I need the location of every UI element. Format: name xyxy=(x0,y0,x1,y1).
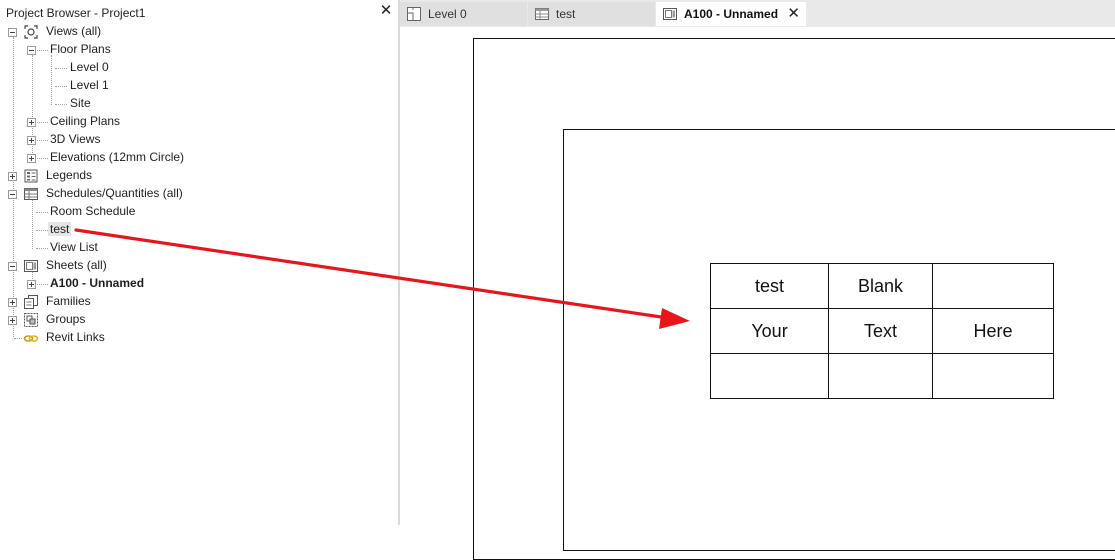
table-cell xyxy=(710,353,829,399)
tree-item-view-list[interactable]: View List xyxy=(50,239,98,256)
tree-guide-line xyxy=(37,284,48,285)
table-cell: test xyxy=(710,263,829,309)
table-row: Your Text Here xyxy=(710,308,1054,354)
sheets-icon xyxy=(24,260,38,272)
tree-item-sheets[interactable]: Sheets (all) xyxy=(46,257,107,274)
tree-item-level-0[interactable]: Level 0 xyxy=(70,59,109,76)
tree-item-families[interactable]: Families xyxy=(46,293,91,310)
schedule-table[interactable]: test Blank Your Text Here xyxy=(710,263,1054,399)
tree-guide-line xyxy=(37,122,48,123)
tree-item-floor-plans[interactable]: Floor Plans xyxy=(50,41,111,58)
tree-guide-line xyxy=(55,68,67,69)
tree-guide-line xyxy=(51,55,52,105)
table-cell: Your xyxy=(710,308,829,354)
tree-item-label: Room Schedule xyxy=(50,204,136,218)
tab-a100-unnamed[interactable]: A100 - Unnamed ✕ xyxy=(656,2,806,26)
collapse-toggle[interactable] xyxy=(27,46,36,55)
tree-item-label: Level 0 xyxy=(70,60,109,74)
tree-guide-line xyxy=(36,212,48,213)
tab-level-0[interactable]: Level 0 xyxy=(400,2,527,26)
tree-item-label: Elevations (12mm Circle) xyxy=(50,150,185,164)
project-browser: Project Browser - Project1 ✕ Views (all)… xyxy=(0,0,398,525)
tree-item-revit-links[interactable]: Revit Links xyxy=(46,329,105,346)
table-cell xyxy=(932,263,1054,309)
tree-item-label: Floor Plans xyxy=(50,42,111,56)
tree-guide-line xyxy=(55,86,67,87)
tree-item-test[interactable]: test xyxy=(48,221,72,238)
table-cell: Blank xyxy=(828,263,933,309)
tree-guide-line xyxy=(14,338,22,339)
tab-label: Level 0 xyxy=(428,7,467,21)
tree-item-label: Schedules/Quantities (all) xyxy=(46,186,183,200)
tree-item-ceiling-plans[interactable]: Ceiling Plans xyxy=(50,113,120,130)
tree-item-legends[interactable]: Legends xyxy=(46,167,92,184)
tree-guide-line xyxy=(32,199,33,249)
tree-guide-line xyxy=(55,104,67,105)
tree-guide-line xyxy=(37,140,48,141)
tree-item-label: 3D Views xyxy=(50,132,101,146)
tree-guide-line xyxy=(36,248,48,249)
collapse-toggle[interactable] xyxy=(8,190,17,199)
tree-item-room-schedule[interactable]: Room Schedule xyxy=(50,203,135,220)
expand-toggle[interactable] xyxy=(27,154,36,163)
browser-tree: Views (all) Floor Plans Level 0 Level 1 … xyxy=(0,0,398,525)
tree-guide-line xyxy=(37,50,48,51)
schedule-icon xyxy=(535,8,549,20)
groups-icon xyxy=(24,313,38,327)
floor-plan-icon xyxy=(407,7,421,21)
tree-item-label: Ceiling Plans xyxy=(50,114,121,128)
expand-toggle[interactable] xyxy=(8,298,17,307)
sheet-view-canvas[interactable]: test Blank Your Text Here xyxy=(400,27,1115,560)
tree-item-elevations[interactable]: Elevations (12mm Circle) xyxy=(50,149,184,166)
close-tab-icon[interactable]: ✕ xyxy=(787,2,800,26)
tab-test[interactable]: test xyxy=(528,2,655,26)
table-row xyxy=(710,353,1054,399)
view-tab-bar: Level 0 test A100 - Unnamed ✕ xyxy=(400,0,1115,27)
collapse-toggle[interactable] xyxy=(8,262,17,271)
tree-item-label: View List xyxy=(50,240,98,254)
table-cell: Text xyxy=(828,308,933,354)
table-cell xyxy=(932,353,1054,399)
tree-item-label: Site xyxy=(70,96,91,110)
expand-toggle[interactable] xyxy=(8,172,17,181)
tree-item-site[interactable]: Site xyxy=(70,95,91,112)
tree-item-label: Sheets (all) xyxy=(46,258,107,272)
tree-guide-line xyxy=(37,158,48,159)
tree-item-level-1[interactable]: Level 1 xyxy=(70,77,109,94)
views-icon xyxy=(24,25,38,39)
tree-item-schedules[interactable]: Schedules/Quantities (all) xyxy=(46,185,183,202)
tree-item-a100[interactable]: A100 - Unnamed xyxy=(50,275,144,292)
tree-item-views[interactable]: Views (all) xyxy=(46,23,101,40)
tree-guide-line xyxy=(13,37,14,337)
expand-toggle[interactable] xyxy=(8,316,17,325)
families-icon xyxy=(24,295,38,309)
legends-icon xyxy=(24,169,38,183)
tree-item-groups[interactable]: Groups xyxy=(46,311,85,328)
expand-toggle[interactable] xyxy=(27,280,36,289)
tree-guide-line xyxy=(36,230,48,231)
tab-label: A100 - Unnamed xyxy=(684,7,779,21)
sheet-icon xyxy=(663,8,677,20)
table-cell: Here xyxy=(932,308,1054,354)
tree-item-label: Revit Links xyxy=(46,330,105,344)
tree-item-label: Legends xyxy=(46,168,93,182)
tree-item-label: Families xyxy=(46,294,91,308)
expand-toggle[interactable] xyxy=(27,118,36,127)
table-row: test Blank xyxy=(710,263,1054,309)
tree-item-label: Views (all) xyxy=(46,24,102,38)
tree-item-label: A100 - Unnamed xyxy=(50,276,145,290)
tree-item-label: Groups xyxy=(46,312,86,326)
collapse-toggle[interactable] xyxy=(8,28,17,37)
expand-toggle[interactable] xyxy=(27,136,36,145)
table-cell xyxy=(828,353,933,399)
schedule-icon xyxy=(24,188,38,200)
tree-item-label: test xyxy=(48,222,72,236)
revit-links-icon xyxy=(23,335,39,342)
tree-item-3d-views[interactable]: 3D Views xyxy=(50,131,100,148)
tree-item-label: Level 1 xyxy=(70,78,109,92)
tab-label: test xyxy=(556,7,576,21)
